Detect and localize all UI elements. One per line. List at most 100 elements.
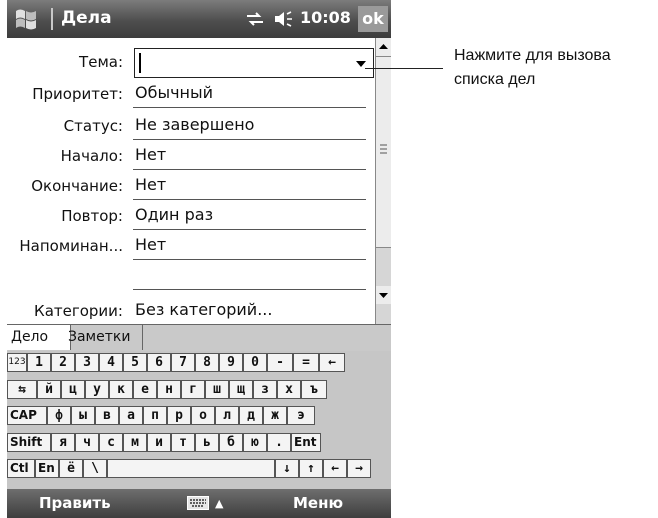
connectivity-icon[interactable] [245,11,265,27]
keyboard-key[interactable]: с [99,433,123,452]
menu-softkey[interactable]: Меню [293,494,343,512]
vertical-scrollbar[interactable] [375,38,391,324]
menu-bar: Править ▲ Меню [7,489,391,518]
keyboard-key[interactable]: ⇆ [7,380,37,399]
field-blank[interactable] [7,262,375,292]
keyboard-key[interactable]: En [35,459,59,478]
keyboard-key[interactable]: ю [243,433,267,452]
field-repeat[interactable]: Повтор: Один раз [7,202,375,232]
keyboard-key[interactable]: ↑ [299,459,323,478]
grip-icon [380,144,387,154]
keyboard-key[interactable]: ч [75,433,99,452]
keyboard-key[interactable]: д [239,406,263,425]
scroll-thumb[interactable] [376,56,391,248]
keyboard-key[interactable]: 9 [219,353,243,372]
keyboard-key[interactable]: . [267,433,291,452]
keyboard-key[interactable]: Shift [7,433,51,452]
keyboard-key[interactable]: Ent [291,433,321,452]
keyboard-key[interactable]: 8 [195,353,219,372]
keyboard-key[interactable]: Ctl [7,459,35,478]
keyboard-key[interactable]: и [147,433,171,452]
keyboard-key[interactable]: ш [205,380,229,399]
keyboard-key[interactable]: ф [47,406,71,425]
keyboard-key[interactable]: ъ [301,380,327,399]
field-label: Напоминан... [19,237,123,255]
keyboard-key[interactable]: \ [83,459,107,478]
field-end[interactable]: Окончание: Нет [7,172,375,202]
field-start[interactable]: Начало: Нет [7,142,375,172]
keyboard-key[interactable]: 4 [99,353,123,372]
keyboard-key[interactable]: г [181,380,205,399]
keyboard-key[interactable]: е [133,380,157,399]
field-priority[interactable]: Приоритет: Обычный [7,80,375,110]
tab-bar: Дело Заметки [7,324,391,351]
keyboard-key[interactable]: 3 [75,353,99,372]
ok-button[interactable]: ok [358,6,388,32]
chevron-down-icon[interactable] [351,51,371,75]
keyboard-key[interactable]: н [157,380,181,399]
field-value: Не завершено [135,115,255,134]
keyboard-key[interactable]: м [123,433,147,452]
keyboard-key[interactable]: я [51,433,75,452]
keyboard-key[interactable]: - [267,353,293,372]
scroll-down-button[interactable] [376,286,391,304]
field-label: Начало: [60,147,123,165]
scroll-up-button[interactable] [376,38,391,56]
keyboard-key[interactable]: ← [319,353,345,372]
keyboard-key[interactable]: → [347,459,371,478]
field-value: Нет [135,235,167,254]
keyboard-key[interactable]: ↓ [275,459,299,478]
field-label: Тема: [79,53,123,71]
keyboard-key[interactable]: ← [323,459,347,478]
edit-softkey[interactable]: Править [39,494,111,512]
keyboard-key[interactable]: CAP [7,406,47,425]
clock[interactable]: 10:08 [300,8,351,27]
keyboard-key[interactable]: ц [61,380,85,399]
keyboard-key[interactable]: в [95,406,119,425]
keyboard-key[interactable]: л [215,406,239,425]
tab-task[interactable]: Дело [7,325,71,350]
field-status[interactable]: Статус: Не завершено [7,112,375,142]
keyboard-key[interactable]: з [253,380,277,399]
keyboard-key[interactable]: 6 [147,353,171,372]
keyboard-key[interactable]: а [119,406,143,425]
keyboard-key[interactable]: = [293,353,319,372]
keyboard-key[interactable]: 7 [171,353,195,372]
field-reminder[interactable]: Напоминан... Нет [7,232,375,262]
keyboard-key[interactable]: ж [263,406,287,425]
field-categories[interactable]: Категории: Без категорий... [7,294,375,324]
keyboard-key[interactable]: 1 [27,353,51,372]
keyboard-key[interactable]: х [277,380,301,399]
speaker-icon[interactable] [273,10,295,28]
field-underline [133,107,366,108]
keyboard-icon[interactable] [187,496,209,510]
input-selector-arrow-icon[interactable]: ▲ [215,497,223,510]
subject-input[interactable] [134,48,374,78]
keyboard-key[interactable]: о [191,406,215,425]
keyboard-key[interactable]: 0 [243,353,267,372]
windows-start-icon[interactable] [13,7,39,31]
keyboard-key[interactable]: к [109,380,133,399]
spacebar-key[interactable] [107,459,275,478]
title-separator [51,8,53,30]
field-underline [133,139,366,140]
arrow-down-icon [379,293,388,298]
keyboard-key[interactable]: ь [195,433,219,452]
keyboard-key[interactable]: п [143,406,167,425]
keyboard-key[interactable]: у [85,380,109,399]
keyboard-key[interactable]: р [167,406,191,425]
field-value: Нет [135,145,167,164]
keyboard-key[interactable]: 2 [51,353,75,372]
keyboard-key[interactable]: 123 [7,353,27,372]
keyboard-key[interactable]: й [37,380,61,399]
keyboard-key[interactable]: э [287,406,315,425]
keyboard-key[interactable]: б [219,433,243,452]
keyboard-key[interactable]: ё [59,459,83,478]
tab-notes[interactable]: Заметки [64,325,143,350]
keyboard-key[interactable]: т [171,433,195,452]
field-underline [133,289,366,290]
keyboard-key[interactable]: 5 [123,353,147,372]
soft-keyboard: 123 1 2 3 4 5 6 7 8 9 0- = ← ⇆ й ц у к е н г ш щ з х ъ CAP ф ы в а п р о л… [7,351,391,489]
keyboard-key[interactable]: ы [71,406,95,425]
keyboard-key[interactable]: щ [229,380,253,399]
